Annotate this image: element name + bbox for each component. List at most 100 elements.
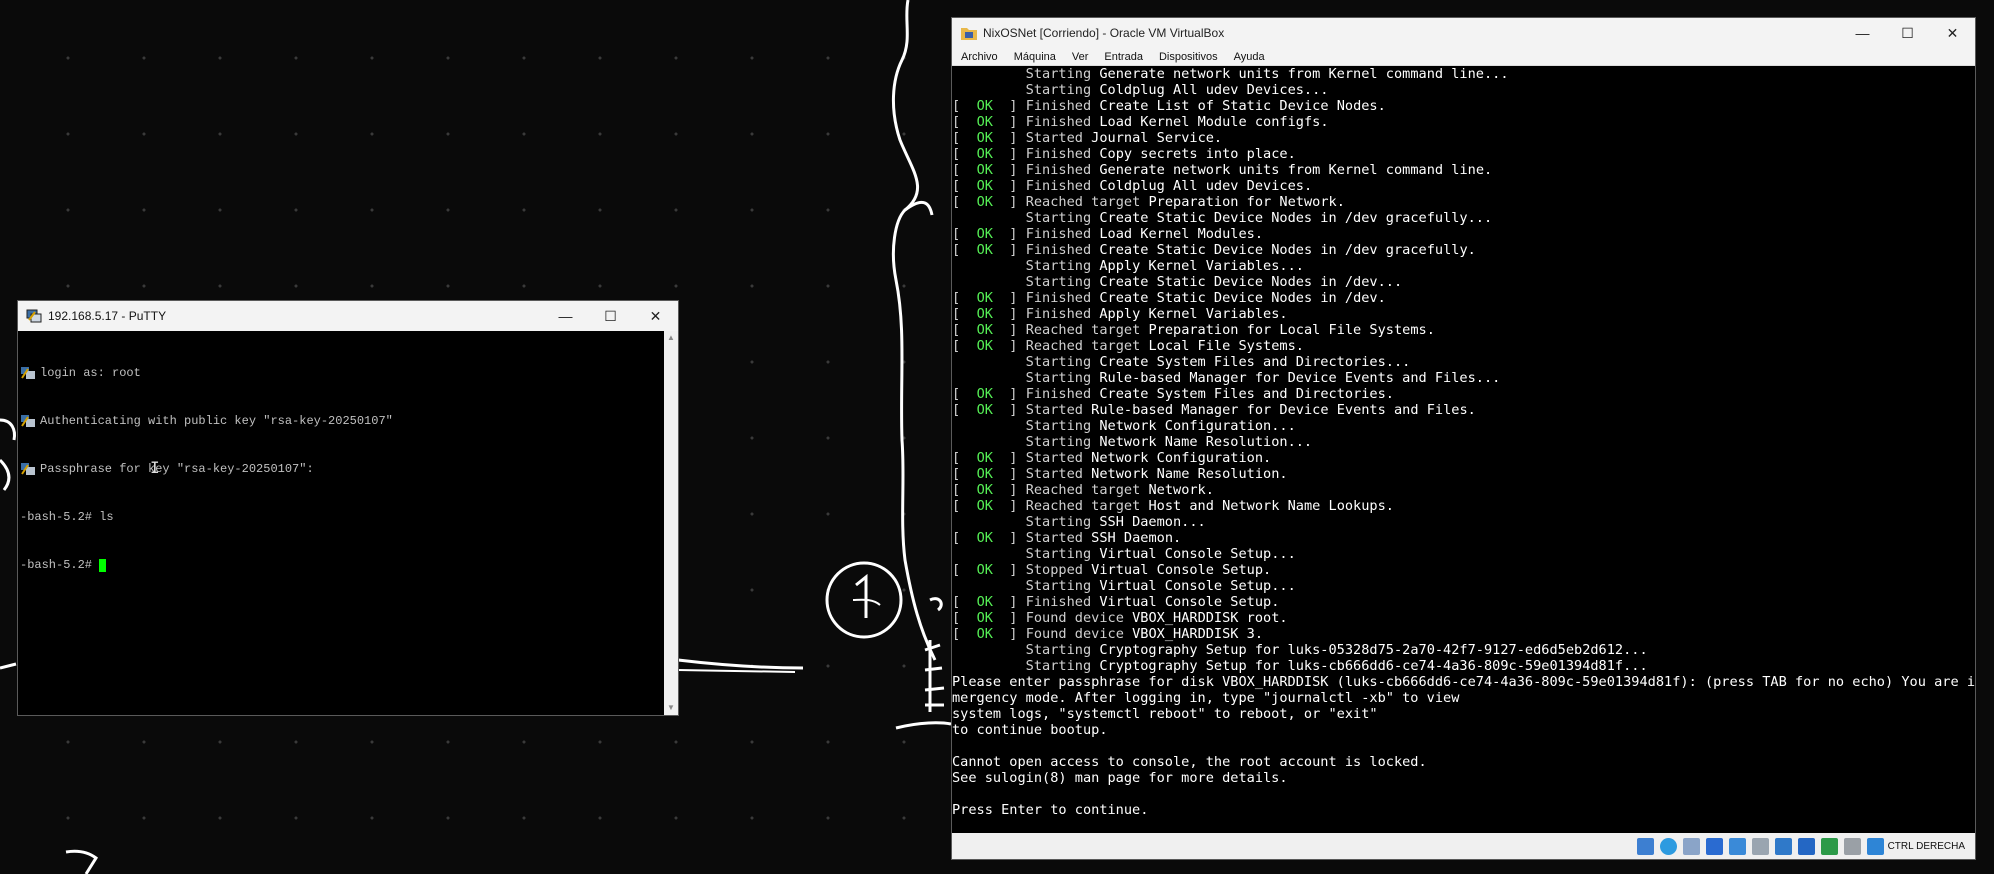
console-line: [ OK ] Reached target Local File Systems… bbox=[952, 338, 1304, 354]
ok-status: OK bbox=[976, 498, 993, 514]
virtualbox-window[interactable]: NixOSNet [Corriendo] - Oracle VM Virtual… bbox=[951, 17, 1976, 860]
console-line: [ OK ] Finished Create List of Static De… bbox=[952, 98, 1386, 114]
ok-status: OK bbox=[976, 338, 993, 354]
ok-status: OK bbox=[976, 482, 993, 498]
ok-status: OK bbox=[976, 594, 993, 610]
ok-status: OK bbox=[976, 242, 993, 258]
console-line: Cannot open access to console, the root … bbox=[952, 754, 1427, 770]
console-line: mergency mode. After logging in, type "j… bbox=[952, 690, 1460, 706]
putty-key-icon bbox=[21, 415, 35, 427]
display-icon[interactable] bbox=[1774, 837, 1792, 855]
console-line: [ OK ] Started Network Configuration. bbox=[952, 450, 1272, 466]
console-line: [ OK ] Finished Load Kernel Module confi… bbox=[952, 114, 1329, 130]
ok-status: OK bbox=[976, 226, 993, 242]
putty-app-icon bbox=[26, 309, 42, 323]
putty-close-button[interactable]: ✕ bbox=[633, 301, 678, 331]
virtualbox-minimize-button[interactable]: — bbox=[1840, 18, 1885, 48]
ok-status: OK bbox=[976, 114, 993, 130]
virtualbox-maximize-button[interactable]: ☐ bbox=[1885, 18, 1930, 48]
video-capture-icon[interactable] bbox=[1797, 837, 1815, 855]
ok-status: OK bbox=[976, 178, 993, 194]
putty-title-text: 192.168.5.17 - PuTTY bbox=[48, 309, 167, 323]
console-line: Starting Generate network units from Ker… bbox=[952, 66, 1509, 82]
console-line: Starting Network Configuration... bbox=[952, 418, 1296, 434]
console-line: Starting Create Static Device Nodes in /… bbox=[952, 274, 1403, 290]
console-line: Starting Cryptography Setup for luks-cb6… bbox=[952, 658, 1648, 674]
console-line: [ OK ] Finished Load Kernel Modules. bbox=[952, 226, 1264, 242]
scroll-up-arrow-icon[interactable]: ▲ bbox=[664, 331, 678, 345]
console-line: [ OK ] Finished Apply Kernel Variables. bbox=[952, 306, 1288, 322]
ok-status: OK bbox=[976, 402, 993, 418]
putty-maximize-button[interactable]: ☐ bbox=[588, 301, 633, 331]
ok-status: OK bbox=[976, 610, 993, 626]
console-line: Press Enter to continue. bbox=[952, 802, 1149, 818]
ok-status: OK bbox=[976, 194, 993, 210]
shared-folders-icon[interactable] bbox=[1751, 837, 1769, 855]
putty-minimize-button[interactable]: — bbox=[543, 301, 588, 331]
console-line: [ OK ] Reached target Network. bbox=[952, 482, 1214, 498]
menu-entrada[interactable]: Entrada bbox=[1104, 51, 1143, 63]
ibeam-cursor-icon: I bbox=[150, 458, 160, 477]
putty-window[interactable]: 192.168.5.17 - PuTTY — ☐ ✕ login as: roo… bbox=[17, 300, 679, 716]
harddisk-icon[interactable] bbox=[1636, 837, 1654, 855]
console-line: [ OK ] Started Network Name Resolution. bbox=[952, 466, 1288, 482]
ok-status: OK bbox=[976, 130, 993, 146]
optical-drive-icon[interactable] bbox=[1659, 837, 1677, 855]
ok-status: OK bbox=[976, 562, 993, 578]
console-line: system logs, "systemctl reboot" to reboo… bbox=[952, 706, 1378, 722]
cpu-icon[interactable] bbox=[1820, 837, 1838, 855]
console-line: [ OK ] Finished Create System Files and … bbox=[952, 386, 1394, 402]
menu-archivo[interactable]: Archivo bbox=[961, 51, 998, 63]
console-line: [ OK ] Finished Create Static Device Nod… bbox=[952, 290, 1386, 306]
ok-status: OK bbox=[976, 386, 993, 402]
menu-ayuda[interactable]: Ayuda bbox=[1234, 51, 1265, 63]
console-line: [ OK ] Started Journal Service. bbox=[952, 130, 1223, 146]
scroll-down-arrow-icon[interactable]: ▼ bbox=[664, 701, 678, 715]
ok-status: OK bbox=[976, 98, 993, 114]
console-line: Starting Create Static Device Nodes in /… bbox=[952, 210, 1493, 226]
console-line: Please enter passphrase for disk VBOX_HA… bbox=[952, 674, 1975, 690]
usb-icon[interactable] bbox=[1728, 837, 1746, 855]
console-line: Starting SSH Daemon... bbox=[952, 514, 1206, 530]
console-line: [ OK ] Found device VBOX_HARDDISK 3. bbox=[952, 626, 1264, 642]
menu-maquina[interactable]: Máquina bbox=[1014, 51, 1056, 63]
host-key-label: CTRL DERECHA bbox=[1887, 840, 1965, 852]
keyboard-capture-icon[interactable] bbox=[1866, 837, 1884, 855]
console-line: [ OK ] Started Rule-based Manager for De… bbox=[952, 402, 1476, 418]
console-line: [ OK ] Finished Create Static Device Nod… bbox=[952, 242, 1476, 258]
ok-status: OK bbox=[976, 466, 993, 482]
console-line: [ OK ] Reached target Preparation for Ne… bbox=[952, 194, 1345, 210]
virtualbox-statusbar: CTRL DERECHA bbox=[952, 833, 1975, 859]
putty-terminal[interactable]: login as: root Authenticating with publi… bbox=[18, 331, 664, 715]
console-line: to continue bootup. bbox=[952, 722, 1108, 738]
console-line: Starting Cryptography Setup for luks-053… bbox=[952, 642, 1648, 658]
putty-key-icon bbox=[21, 367, 35, 379]
ok-status: OK bbox=[976, 146, 993, 162]
console-line: [ OK ] Stopped Virtual Console Setup. bbox=[952, 562, 1272, 578]
putty-titlebar[interactable]: 192.168.5.17 - PuTTY — ☐ ✕ bbox=[18, 301, 678, 331]
terminal-prompt-line: -bash-5.2# bbox=[20, 557, 662, 573]
menu-dispositivos[interactable]: Dispositivos bbox=[1159, 51, 1218, 63]
ok-status: OK bbox=[976, 322, 993, 338]
terminal-line: -bash-5.2# ls bbox=[20, 510, 114, 524]
console-line: [ OK ] Finished Copy secrets into place. bbox=[952, 146, 1296, 162]
console-line: Starting Coldplug All udev Devices... bbox=[952, 82, 1329, 98]
putty-scrollbar[interactable]: ▲ ▼ bbox=[664, 331, 678, 715]
console-line: Starting Virtual Console Setup... bbox=[952, 546, 1296, 562]
network-icon[interactable] bbox=[1705, 837, 1723, 855]
console-line: [ OK ] Reached target Host and Network N… bbox=[952, 498, 1394, 514]
console-line: [ OK ] Found device VBOX_HARDDISK root. bbox=[952, 610, 1288, 626]
terminal-line: login as: root bbox=[20, 365, 662, 381]
virtualbox-app-icon bbox=[961, 28, 977, 40]
virtualbox-titlebar[interactable]: NixOSNet [Corriendo] - Oracle VM Virtual… bbox=[952, 18, 1975, 48]
console-line: Starting Rule-based Manager for Device E… bbox=[952, 370, 1501, 386]
menu-ver[interactable]: Ver bbox=[1072, 51, 1089, 63]
mouse-integration-icon[interactable] bbox=[1843, 837, 1861, 855]
console-line: [ OK ] Started SSH Daemon. bbox=[952, 530, 1182, 546]
audio-icon[interactable] bbox=[1682, 837, 1700, 855]
virtualbox-close-button[interactable]: ✕ bbox=[1930, 18, 1975, 48]
virtualbox-menubar: Archivo Máquina Ver Entrada Dispositivos… bbox=[952, 48, 1975, 66]
console-line: [ OK ] Finished Generate network units f… bbox=[952, 162, 1493, 178]
vm-console-screen[interactable]: Starting Generate network units from Ker… bbox=[952, 66, 1975, 833]
